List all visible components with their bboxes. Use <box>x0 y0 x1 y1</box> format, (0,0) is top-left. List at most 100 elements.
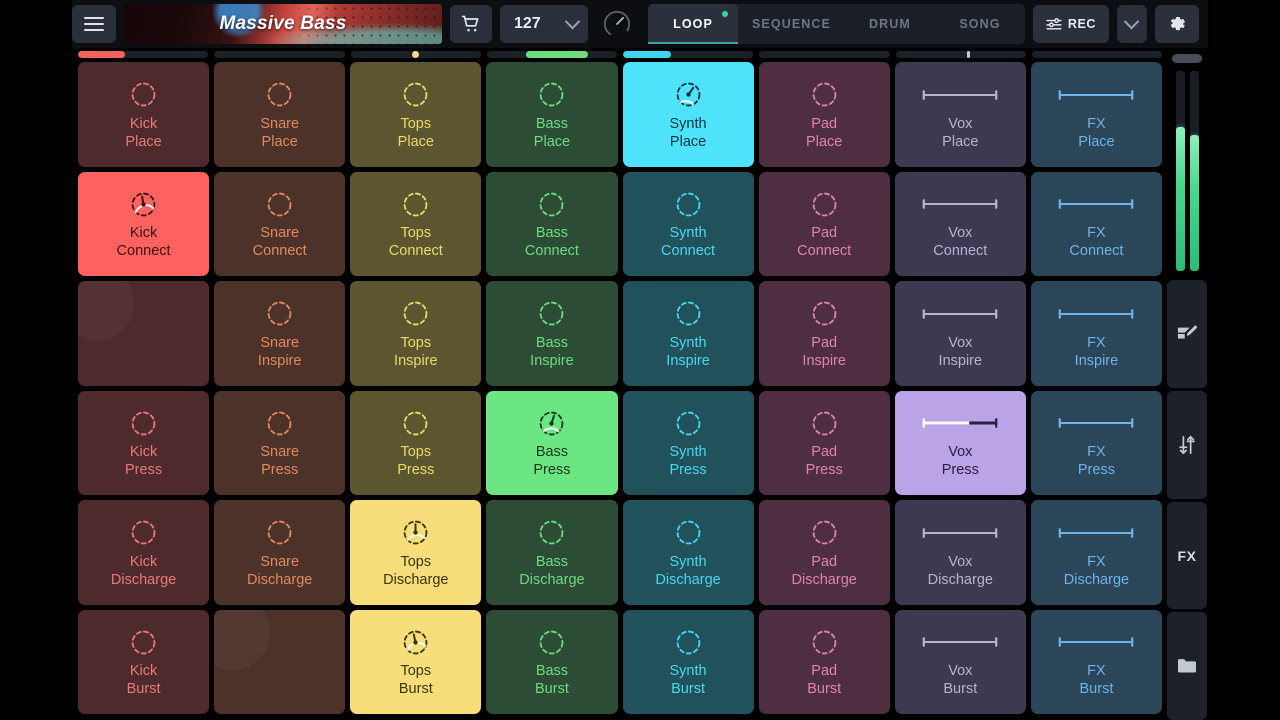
pad-bass-discharge[interactable]: Bass Discharge <box>486 500 618 605</box>
scroll-handle[interactable] <box>1172 54 1202 63</box>
pad-kick-inspire[interactable] <box>78 281 210 386</box>
pad-pad-place[interactable]: Pad Place <box>758 62 890 167</box>
pad-icon <box>400 187 431 221</box>
pad-synth-connect[interactable]: Synth Connect <box>622 171 754 276</box>
pad-label-variant: Inspire <box>1074 352 1119 369</box>
pad-label-instrument: Kick <box>129 115 158 132</box>
pad-fx-place[interactable]: FX Place <box>1030 62 1162 167</box>
dashed-circle-icon <box>267 411 292 436</box>
pad-pad-burst[interactable]: Pad Burst <box>758 609 890 714</box>
pad-synth-burst[interactable]: Synth Burst <box>622 609 754 714</box>
pad-vox-connect[interactable]: Vox Connect <box>894 171 1026 276</box>
pad-fx-connect[interactable]: FX Connect <box>1030 171 1162 276</box>
pad-tops-burst[interactable]: Tops Burst <box>350 609 482 714</box>
pad-vox-burst[interactable]: Vox Burst <box>894 609 1026 714</box>
pad-fx-burst[interactable]: FX Burst <box>1030 609 1162 714</box>
dial-knob-icon <box>403 630 428 655</box>
pad-bass-place[interactable]: Bass Place <box>486 62 618 167</box>
pad-label-variant: Connect <box>116 243 171 260</box>
pad-kick-discharge[interactable]: Kick Discharge <box>78 500 210 605</box>
pad-label-instrument: Snare <box>260 553 300 570</box>
pad-bass-connect[interactable]: Bass Connect <box>486 171 618 276</box>
pad-vox-discharge[interactable]: Vox Discharge <box>894 500 1026 605</box>
pad-snare-burst[interactable] <box>214 609 346 714</box>
store-button[interactable] <box>450 5 492 43</box>
pad-label-variant: Discharge <box>383 571 449 588</box>
pad-kick-connect[interactable]: Kick Connect <box>78 171 210 276</box>
tab-sequence[interactable]: SEQUENCE <box>738 4 845 44</box>
pad-label-instrument: Tops <box>400 663 432 680</box>
pad-label-instrument: Pad <box>811 115 838 132</box>
dashed-circle-icon <box>131 630 156 655</box>
pad-pad-discharge[interactable]: Pad Discharge <box>758 500 890 605</box>
pad-snare-inspire[interactable]: Snare Inspire <box>214 281 346 386</box>
mixer-button[interactable] <box>1167 391 1207 499</box>
pad-tops-connect[interactable]: Tops Connect <box>350 171 482 276</box>
dashed-circle-icon <box>812 520 837 545</box>
tab-song[interactable]: SONG <box>935 4 1025 44</box>
pad-label-variant: Place <box>1078 133 1115 150</box>
tab-drum[interactable]: DRUM <box>845 4 935 44</box>
pad-tops-inspire[interactable]: Tops Inspire <box>350 281 482 386</box>
pad-snare-discharge[interactable]: Snare Discharge <box>214 500 346 605</box>
pad-icon <box>128 625 159 659</box>
pad-kick-burst[interactable]: Kick Burst <box>78 609 210 714</box>
pad-label-variant: Burst <box>535 681 569 698</box>
pad-synth-place[interactable]: Synth Place <box>622 62 754 167</box>
pad-bass-inspire[interactable]: Bass Inspire <box>486 281 618 386</box>
pad-synth-discharge[interactable]: Synth Discharge <box>622 500 754 605</box>
pad-tops-place[interactable]: Tops Place <box>350 62 482 167</box>
record-options-button[interactable] <box>1116 5 1147 43</box>
hamburger-menu-button[interactable] <box>72 5 116 43</box>
dashed-circle-icon <box>540 520 564 545</box>
pad-vox-inspire[interactable]: Vox Inspire <box>894 281 1026 386</box>
pad-icon <box>1057 297 1135 331</box>
pad-tops-press[interactable]: Tops Press <box>350 390 482 495</box>
pad-synth-inspire[interactable]: Synth Inspire <box>622 281 754 386</box>
tab-loop[interactable]: LOOP <box>648 4 738 44</box>
pad-snare-place[interactable]: Snare Place <box>214 62 346 167</box>
pad-fx-inspire[interactable]: FX Inspire <box>1030 281 1162 386</box>
record-button[interactable]: REC <box>1032 5 1109 43</box>
pad-label-instrument: Vox <box>948 225 973 242</box>
pad-pad-inspire[interactable]: Pad Inspire <box>758 281 890 386</box>
pad-label-variant: Place <box>669 133 707 150</box>
pad-label-instrument: Kick <box>129 553 158 570</box>
pad-kick-place[interactable]: Kick Place <box>78 62 210 167</box>
pad-tops-discharge[interactable]: Tops Discharge <box>350 500 482 605</box>
pad-label-instrument: Bass <box>535 663 569 680</box>
pad-pad-connect[interactable]: Pad Connect <box>758 171 890 276</box>
bpm-selector[interactable]: 127 <box>500 5 588 43</box>
pad-label-variant: Connect <box>388 243 443 260</box>
pad-icon <box>400 406 431 440</box>
files-button[interactable] <box>1167 612 1207 720</box>
pad-bass-press[interactable]: Bass Press <box>486 390 618 495</box>
dashed-circle-icon <box>267 82 292 107</box>
pad-fx-discharge[interactable]: FX Discharge <box>1030 500 1162 605</box>
pad-fx-press[interactable]: FX Press <box>1030 390 1162 495</box>
pad-pad-press[interactable]: Pad Press <box>758 390 890 495</box>
pad-label-instrument: Tops <box>400 444 432 461</box>
pad-icon <box>400 78 431 112</box>
gear-icon <box>1170 16 1185 31</box>
pad-icon <box>536 187 567 221</box>
pad-vox-press[interactable]: Vox Press <box>894 390 1026 495</box>
tempo-knob-button[interactable] <box>596 4 638 44</box>
pad-bass-burst[interactable]: Bass Burst <box>486 609 618 714</box>
settings-button[interactable] <box>1154 5 1199 43</box>
fx-button[interactable]: FX <box>1167 501 1207 610</box>
dashed-circle-icon <box>676 630 700 655</box>
pad-label-instrument: Bass <box>535 115 569 132</box>
pad-kick-press[interactable]: Kick Press <box>78 390 210 495</box>
edit-button[interactable] <box>1167 280 1207 388</box>
pad-vox-place[interactable]: Vox Place <box>894 62 1026 167</box>
master-vu-meter <box>1166 63 1208 277</box>
pad-snare-connect[interactable]: Snare Connect <box>214 171 346 276</box>
pad-snare-press[interactable]: Snare Press <box>214 390 346 495</box>
pack-banner[interactable]: Massive Bass <box>124 4 442 44</box>
progress-bar-pad <box>759 51 890 58</box>
pad-icon <box>921 78 999 112</box>
dashed-circle-icon <box>676 301 700 326</box>
progress-fill-tops <box>411 51 419 58</box>
pad-synth-press[interactable]: Synth Press <box>622 390 754 495</box>
